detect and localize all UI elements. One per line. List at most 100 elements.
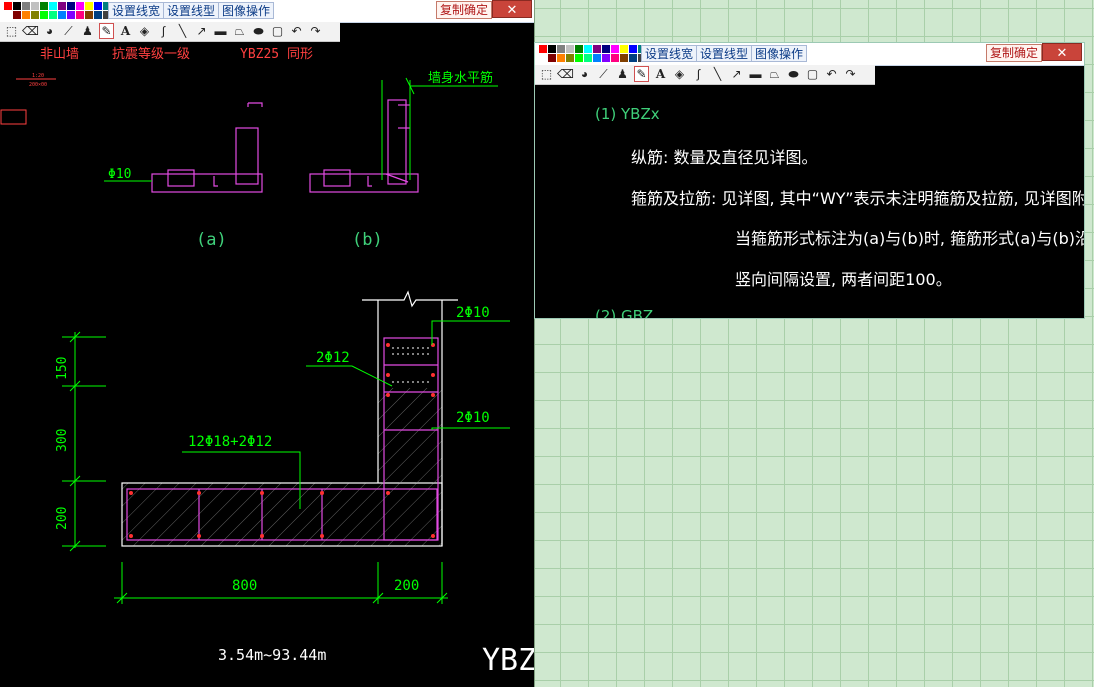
line-icon[interactable]: ╲: [175, 23, 190, 39]
palette-swatch[interactable]: [557, 45, 565, 53]
text-icon[interactable]: A: [118, 23, 133, 39]
palette-swatch[interactable]: [593, 45, 601, 53]
palette-swatch[interactable]: [58, 11, 66, 19]
undo-icon[interactable]: ↶: [289, 23, 304, 39]
palette-swatch[interactable]: [620, 54, 628, 62]
palette-swatch[interactable]: [49, 11, 57, 19]
palette-swatch[interactable]: [593, 54, 601, 62]
brush-icon[interactable]: ♟: [80, 23, 95, 39]
notes-line-4: 竖向间隔设置, 两者间距100。: [735, 270, 952, 289]
brush-icon[interactable]: ♟: [615, 66, 630, 82]
palette-swatch[interactable]: [85, 2, 93, 10]
palette-swatch[interactable]: [548, 54, 556, 62]
palette-swatch[interactable]: [22, 11, 30, 19]
palette-swatch[interactable]: [49, 2, 57, 10]
rounded-rect-icon[interactable]: ▢: [805, 66, 820, 82]
palette-swatch[interactable]: [85, 11, 93, 19]
text-icon[interactable]: A: [653, 66, 668, 82]
fill-bucket-icon[interactable]: ◕: [42, 23, 57, 39]
pencil-icon[interactable]: ✎: [634, 66, 649, 82]
palette-swatch[interactable]: [13, 11, 21, 19]
select-rect-icon[interactable]: ⬚: [539, 66, 554, 82]
image-operations-button[interactable]: 图像操作: [751, 45, 808, 62]
curve-icon[interactable]: ∫: [156, 23, 171, 39]
palette-swatch[interactable]: [31, 11, 39, 19]
arrow-icon[interactable]: ↗: [729, 66, 744, 82]
palette-swatch[interactable]: [31, 2, 39, 10]
notes-line-2: 箍筋及拉筋: 见详图, 其中“WY”表示未注明箍筋及拉筋, 见详图附注;: [631, 189, 1084, 208]
set-line-type-button[interactable]: 设置线型: [163, 2, 220, 19]
palette-swatch[interactable]: [584, 45, 592, 53]
palette-swatch[interactable]: [76, 11, 84, 19]
palette-swatch[interactable]: [566, 54, 574, 62]
palette-swatch[interactable]: [13, 2, 21, 10]
eraser-icon[interactable]: ⌫: [22, 23, 39, 39]
pencil-icon[interactable]: ✎: [99, 23, 114, 39]
rectangle-icon[interactable]: ▬: [213, 23, 228, 39]
eraser-icon[interactable]: ⌫: [557, 66, 574, 82]
callout-right-2phi10: 2Φ10: [456, 410, 490, 426]
copy-confirm-button[interactable]: 复制确定: [436, 1, 493, 19]
palette-swatch[interactable]: [629, 54, 637, 62]
fill-bucket-icon[interactable]: ◕: [577, 66, 592, 82]
palette-swatch[interactable]: [602, 45, 610, 53]
palette-swatch[interactable]: [94, 11, 102, 19]
header-left-text: 非山墙: [40, 47, 79, 62]
notes-window-titlebar: 设置线宽 设置线型 图像操作 复制确定 ✕: [535, 43, 1084, 66]
callout-top-2phi10: 2Φ10: [456, 305, 490, 321]
palette-swatch[interactable]: [67, 11, 75, 19]
set-line-type-button[interactable]: 设置线型: [696, 45, 753, 62]
palette-swatch[interactable]: [611, 45, 619, 53]
detail-a-label: (a): [196, 230, 227, 250]
polygon-icon[interactable]: ⏢: [232, 23, 247, 39]
palette-swatch[interactable]: [539, 54, 547, 62]
palette-swatch[interactable]: [58, 2, 66, 10]
palette-swatch[interactable]: [539, 45, 547, 53]
palette-swatch[interactable]: [4, 11, 12, 19]
redo-icon[interactable]: ↷: [843, 66, 858, 82]
palette-swatch[interactable]: [76, 2, 84, 10]
palette-swatch[interactable]: [40, 2, 48, 10]
eyedropper-icon[interactable]: ⟋: [61, 23, 76, 39]
scale-bottom-text: 200×00: [29, 82, 47, 88]
palette-swatch[interactable]: [22, 2, 30, 10]
scale-top-text: 1:20: [32, 73, 44, 79]
palette-swatch[interactable]: [557, 54, 565, 62]
palette-swatch[interactable]: [602, 54, 610, 62]
ellipse-icon[interactable]: ⬬: [251, 23, 266, 39]
arrow-icon[interactable]: ↗: [194, 23, 209, 39]
rounded-rect-icon[interactable]: ▢: [270, 23, 285, 39]
color-fill-icon[interactable]: ◈: [672, 66, 687, 82]
palette-swatch[interactable]: [611, 54, 619, 62]
copy-confirm-button[interactable]: 复制确定: [986, 44, 1043, 62]
close-button[interactable]: ✕: [1042, 43, 1082, 61]
palette-swatch[interactable]: [575, 45, 583, 53]
eyedropper-icon[interactable]: ⟋: [596, 66, 611, 82]
palette-swatch[interactable]: [94, 2, 102, 10]
ellipse-icon[interactable]: ⬬: [786, 66, 801, 82]
palette-swatch[interactable]: [584, 54, 592, 62]
notes-canvas: (1) YBZx 纵筋: 数量及直径见详图。 箍筋及拉筋: 见详图, 其中“WY…: [535, 85, 1084, 318]
color-fill-icon[interactable]: ◈: [137, 23, 152, 39]
polygon-icon[interactable]: ⏢: [767, 66, 782, 82]
select-rect-icon[interactable]: ⬚: [4, 23, 19, 39]
color-palette[interactable]: [539, 45, 646, 62]
palette-swatch[interactable]: [548, 45, 556, 53]
rectangle-icon[interactable]: ▬: [748, 66, 763, 82]
line-icon[interactable]: ╲: [710, 66, 725, 82]
close-button[interactable]: ✕: [492, 0, 532, 18]
palette-swatch[interactable]: [67, 2, 75, 10]
undo-icon[interactable]: ↶: [824, 66, 839, 82]
image-operations-button[interactable]: 图像操作: [218, 2, 275, 19]
curve-icon[interactable]: ∫: [691, 66, 706, 82]
palette-swatch[interactable]: [4, 2, 12, 10]
set-line-width-button[interactable]: 设置线宽: [641, 45, 698, 62]
set-line-width-button[interactable]: 设置线宽: [108, 2, 165, 19]
palette-swatch[interactable]: [566, 45, 574, 53]
palette-swatch[interactable]: [629, 45, 637, 53]
color-palette[interactable]: [4, 2, 111, 19]
palette-swatch[interactable]: [575, 54, 583, 62]
palette-swatch[interactable]: [620, 45, 628, 53]
redo-icon[interactable]: ↷: [308, 23, 323, 39]
palette-swatch[interactable]: [40, 11, 48, 19]
